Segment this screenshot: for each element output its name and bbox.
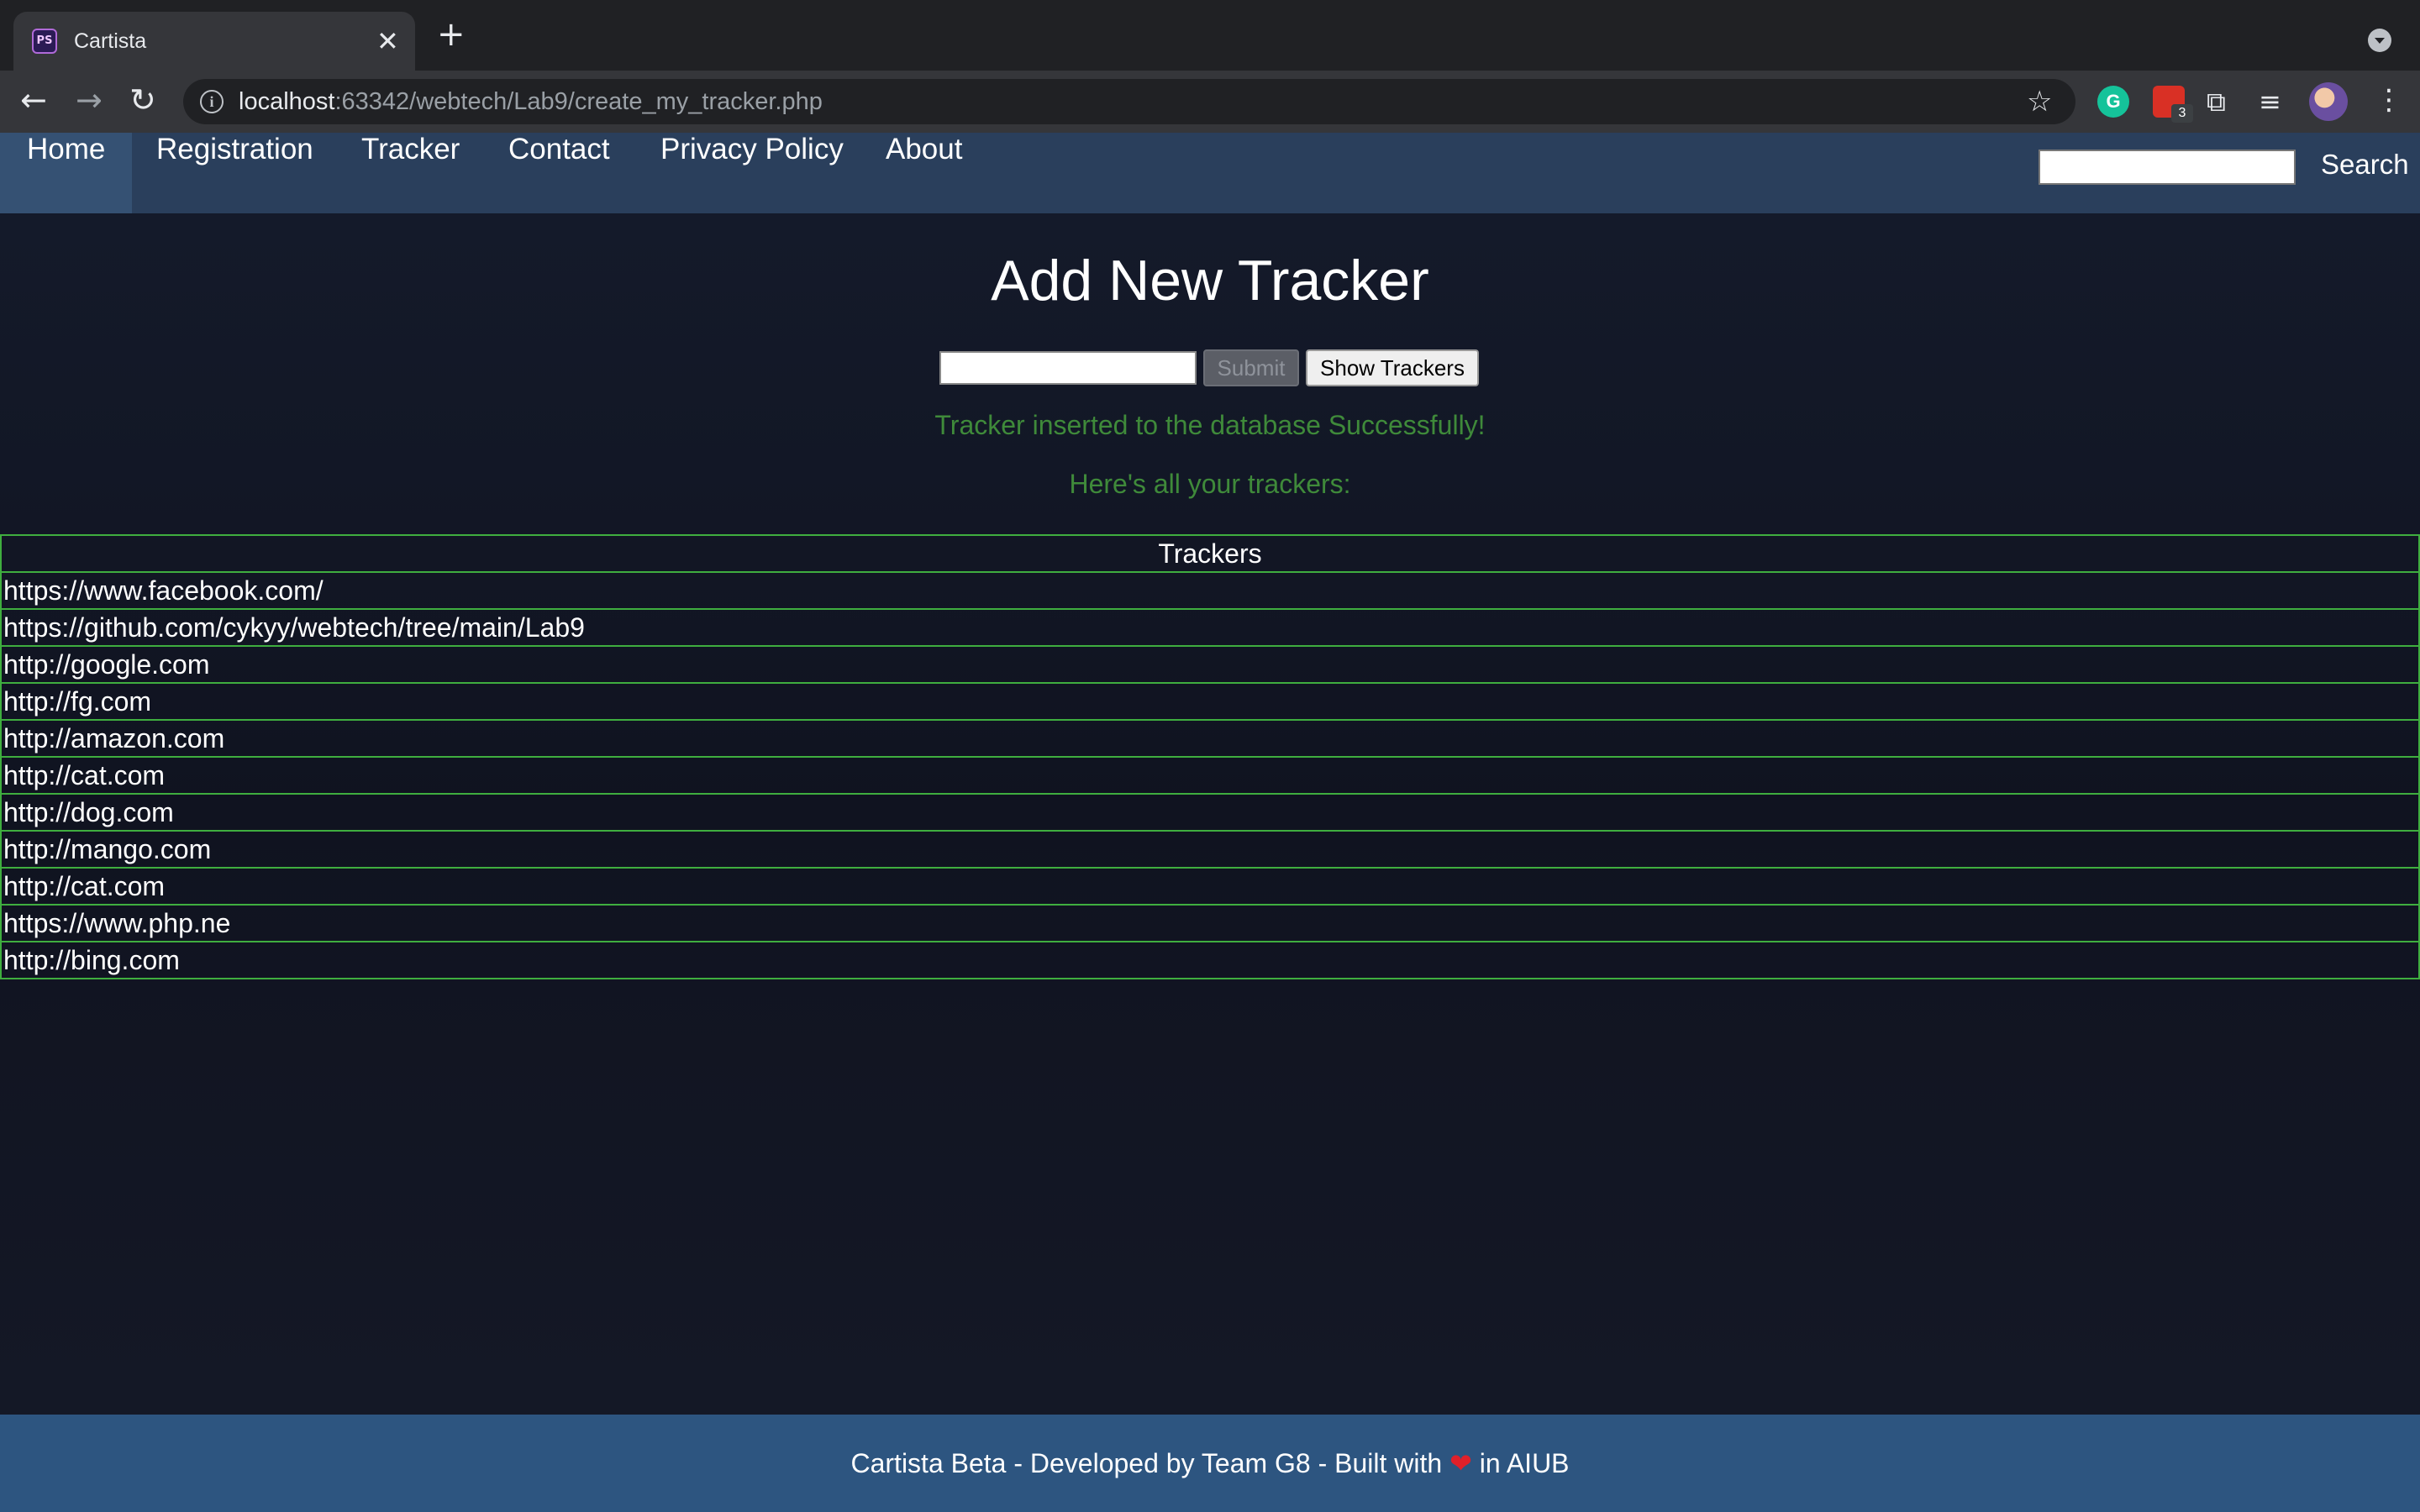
reload-icon[interactable]: ↻ [129,82,156,118]
main-content: Add New Tracker Submit Show Trackers Tra… [0,213,2420,1415]
tracker-cell: http://bing.com [0,941,2420,979]
tab-title: Cartista [74,29,147,53]
table-row: http://dog.com [0,793,2420,832]
table-row: http://amazon.com [0,719,2420,758]
search-input[interactable] [2039,150,2296,185]
table-row: https://www.facebook.com/ [0,571,2420,610]
avatar[interactable] [2309,82,2348,121]
footer-text-start: Cartista Beta - Developed by Team G8 - B… [850,1448,1443,1478]
heart-icon: ❤ [1449,1447,1472,1479]
table-row: https://www.php.ne [0,904,2420,942]
nav-contact[interactable]: Contact [508,133,610,213]
table-header-row: Trackers [0,534,2420,573]
address-bar[interactable]: i localhost:63342/webtech/Lab9/create_my… [183,79,2075,124]
tracker-cell: http://mango.com [0,830,2420,869]
browser-tab[interactable]: PS Cartista ✕ [13,12,415,71]
new-tab-icon[interactable]: + [437,17,466,52]
close-tab-icon[interactable]: ✕ [376,27,399,55]
back-arrow-icon[interactable]: ← [20,82,47,118]
tracker-cell: http://amazon.com [0,719,2420,758]
tracker-cell: http://cat.com [0,756,2420,795]
submit-button[interactable]: Submit [1203,349,1299,386]
extension-icon[interactable]: 3 [2153,86,2193,123]
table-row: http://bing.com [0,941,2420,979]
tracker-cell: https://www.php.ne [0,904,2420,942]
star-icon[interactable]: ☆ [2027,86,2052,118]
tracker-cell: http://fg.com [0,682,2420,721]
nav-registration[interactable]: Registration [156,133,313,213]
tracker-cell: http://dog.com [0,793,2420,832]
nav-home[interactable]: Home [0,133,133,213]
browser-toolbar: ← → ↻ i localhost:63342/webtech/Lab9/cre… [0,71,2420,133]
phpstorm-favicon-icon: PS [32,29,57,54]
table-row: http://google.com [0,645,2420,684]
menu-icon[interactable]: ⋮ [2375,81,2403,119]
site-navbar: Home Registration Tracker Contact Privac… [0,133,2420,213]
table-header: Trackers [0,534,2420,573]
success-message: Tracker inserted to the database Success… [934,410,1486,440]
table-row: http://cat.com [0,867,2420,906]
site-footer: Cartista Beta - Developed by Team G8 - B… [0,1415,2420,1512]
forward-arrow-icon[interactable]: → [76,82,103,118]
browser-tabstrip: PS Cartista ✕ + [0,0,2420,71]
url-host: localhost [239,88,335,115]
nav-about[interactable]: About [886,133,962,213]
tracker-cell: https://github.com/cykyy/webtech/tree/ma… [0,608,2420,647]
tracker-cell: http://google.com [0,645,2420,684]
page-title: Add New Tracker [991,249,1429,312]
tracker-cell: http://cat.com [0,867,2420,906]
search-button[interactable]: Search [2321,143,2409,186]
tracker-form: Submit Show Trackers [939,349,1481,386]
url-text[interactable]: localhost:63342/webtech/Lab9/create_my_t… [239,89,823,114]
table-row: http://cat.com [0,756,2420,795]
table-row: https://github.com/cykyy/webtech/tree/ma… [0,608,2420,647]
tab-search-icon[interactable] [2368,29,2391,52]
grammarly-icon[interactable]: G [2097,86,2129,118]
info-icon[interactable]: i [200,90,224,113]
trackers-table: Trackers https://www.facebook.com/ https… [0,534,2420,979]
nav-tracker[interactable]: Tracker [361,133,460,213]
url-path: :63342/webtech/Lab9/create_my_tracker.ph… [334,88,823,115]
media-icon[interactable]: ≡ [2259,86,2291,118]
tracker-cell: https://www.facebook.com/ [0,571,2420,610]
extension-badge: 3 [2171,104,2193,123]
nav-privacy-policy[interactable]: Privacy Policy [660,133,844,213]
show-trackers-button[interactable]: Show Trackers [1306,349,1479,386]
trackers-list-message: Here's all your trackers: [1069,469,1351,499]
footer-text-end: in AIUB [1479,1448,1570,1478]
table-row: http://fg.com [0,682,2420,721]
tracker-url-input[interactable] [939,351,1197,385]
puzzle-icon[interactable]: ⧉ [2207,86,2238,118]
table-row: http://mango.com [0,830,2420,869]
